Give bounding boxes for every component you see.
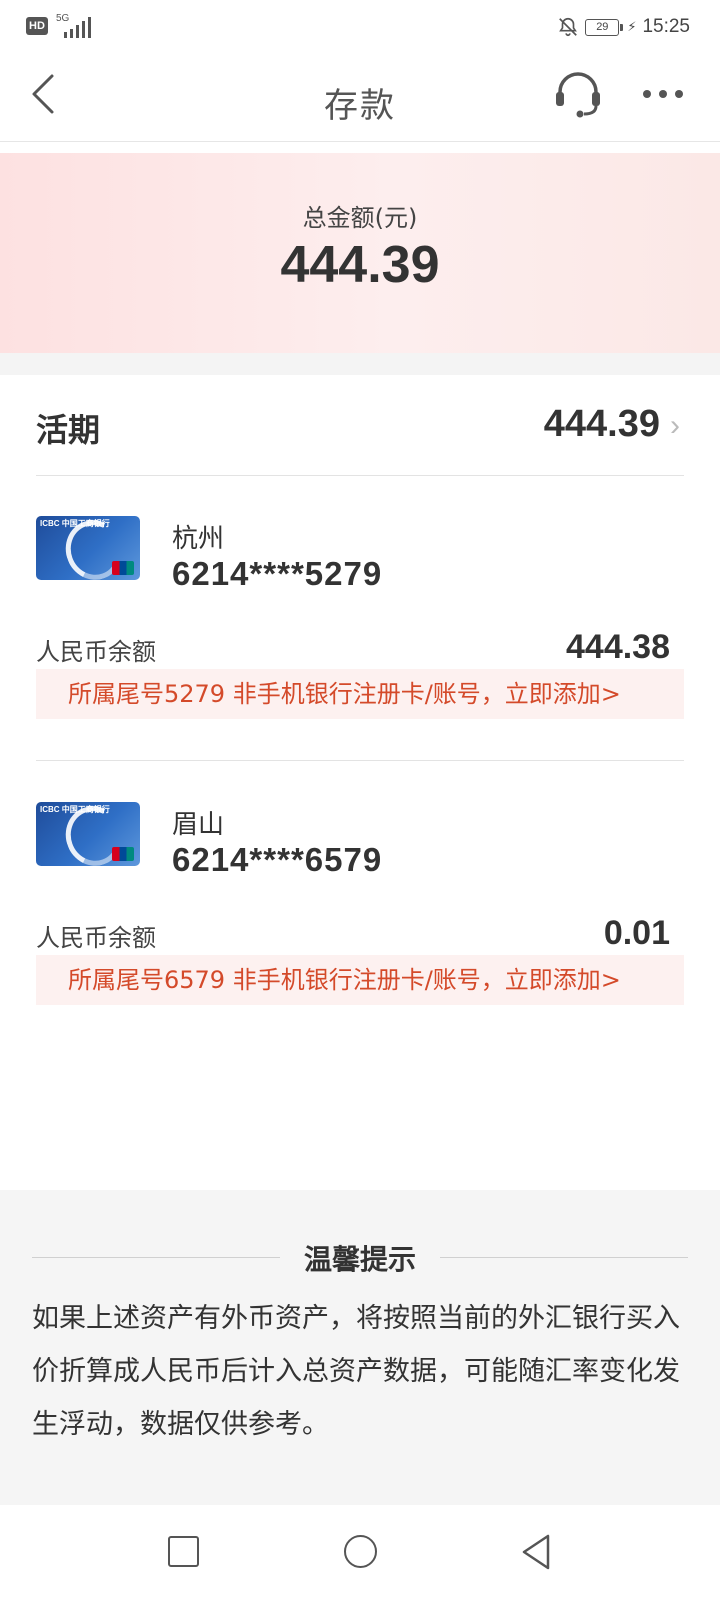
status-bar: HD 5G 29 ⚡ 15:25 — [0, 0, 720, 56]
divider — [36, 760, 684, 761]
add-card-link-2[interactable]: 所属尾号6579 非手机银行注册卡/账号，立即添加> — [36, 955, 684, 1005]
divider — [36, 475, 684, 476]
more-dots-icon — [643, 90, 683, 98]
nav-square-button[interactable] — [168, 1536, 199, 1567]
clock: 15:25 — [642, 16, 690, 37]
current-amount: 444.39 — [543, 403, 660, 445]
total-label: 总金额(元) — [302, 204, 418, 232]
tips-section: 温馨提示 如果上述资产有外币资产，将按照当前的外汇银行买入价折算成人民币后计入总… — [0, 1190, 720, 1505]
customer-service-button[interactable] — [552, 68, 604, 120]
bell-off-icon — [559, 17, 578, 37]
account-city: 眉山 — [172, 810, 225, 840]
chevron-right-icon: › — [670, 409, 680, 442]
header: 存款 — [0, 56, 720, 142]
unionpay-logo-icon — [112, 847, 134, 861]
bank-card-image: ICBC 中国工商银行 — [36, 516, 140, 580]
headset-icon — [556, 72, 600, 118]
unionpay-logo-icon — [112, 561, 134, 575]
battery-icon: 29 — [585, 18, 624, 36]
account-number: 6214****5279 — [172, 555, 383, 592]
tips-title: 温馨提示 — [283, 1243, 436, 1276]
more-button[interactable] — [640, 80, 686, 108]
system-nav-bar — [0, 1505, 720, 1600]
balance-label: 人民币余额 — [36, 638, 156, 666]
account-city: 杭州 — [172, 524, 225, 554]
page-title: 存款 — [324, 86, 396, 126]
signal-icon — [58, 16, 94, 38]
total-summary: 总金额(元) 444.39 — [0, 153, 720, 353]
current-deposit-row[interactable]: 活期 444.39 › — [0, 375, 720, 475]
tips-body: 如果上述资产有外币资产，将按照当前的外汇银行买入价折算成人民币后计入总资产数据，… — [32, 1303, 680, 1440]
bank-card-image: ICBC 中国工商银行 — [36, 802, 140, 866]
current-title: 活期 — [36, 411, 101, 449]
section-gap — [0, 353, 720, 375]
balance-value: 0.01 — [603, 914, 670, 952]
nav-circle-button[interactable] — [344, 1535, 377, 1568]
balance-value: 444.38 — [566, 628, 670, 666]
balance-label: 人民币余额 — [36, 924, 156, 952]
hd-badge: HD — [26, 17, 48, 35]
account-number: 6214****6579 — [172, 841, 383, 878]
total-amount: 444.39 — [280, 236, 440, 294]
charging-icon: ⚡ — [627, 19, 637, 35]
nav-back-button[interactable] — [520, 1533, 552, 1571]
add-card-link-1[interactable]: 所属尾号5279 非手机银行注册卡/账号，立即添加> — [36, 669, 684, 719]
